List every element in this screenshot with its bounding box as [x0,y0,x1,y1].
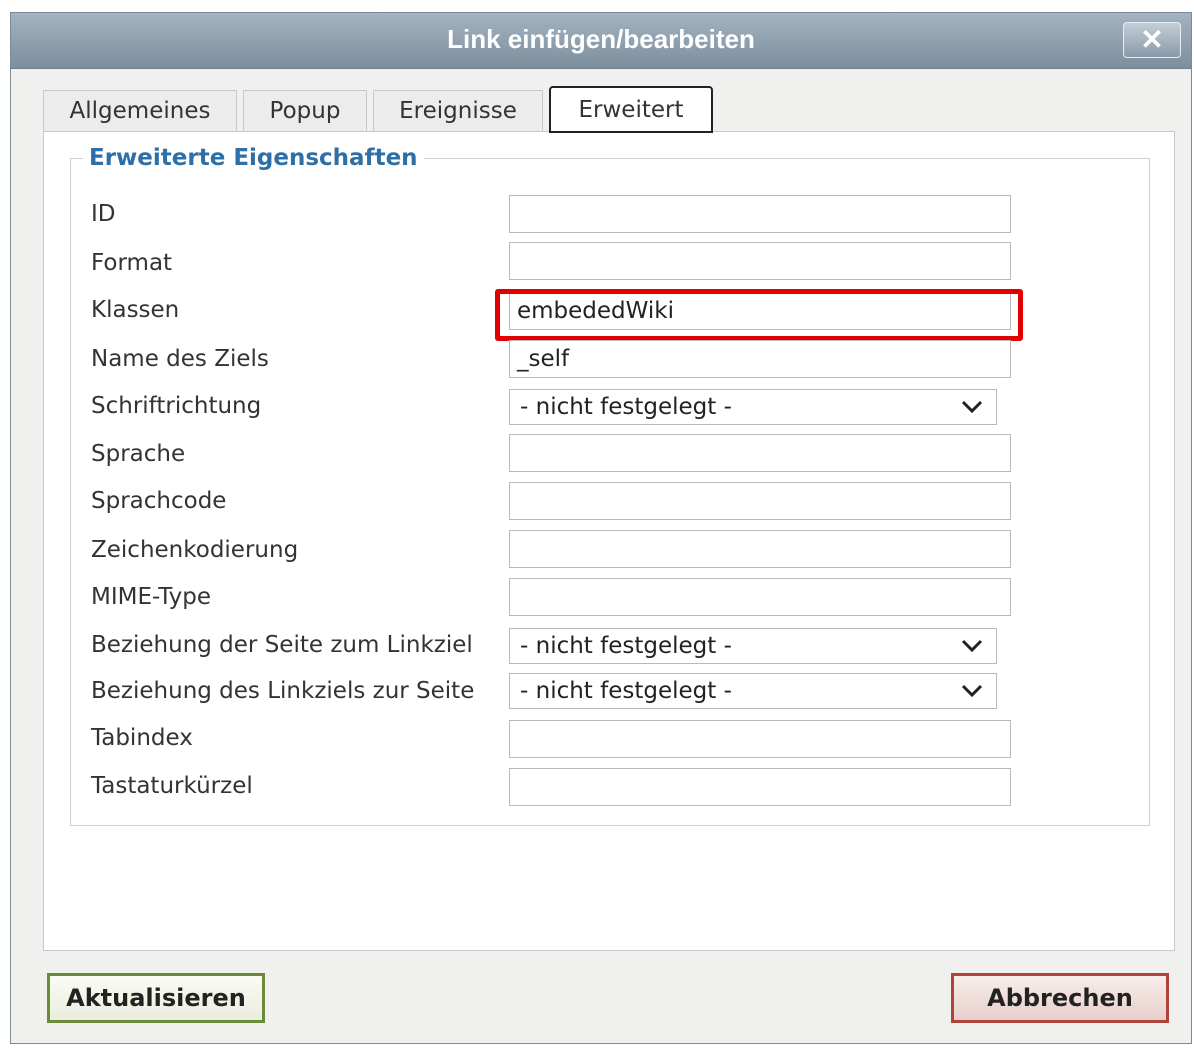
label-tabindex: Tabindex [91,725,193,751]
language-code-input[interactable] [509,482,1011,520]
select-value: - nicht festgelegt - [520,633,732,659]
rel-select[interactable]: - nicht festgelegt - [509,628,997,664]
close-icon: ✕ [1140,24,1164,55]
link-dialog: Link einfügen/bearbeiten ✕ Allgemeines P… [10,12,1192,1044]
label-tastaturkuerzel: Tastaturkürzel [91,773,253,799]
tab-label: Popup [269,98,341,124]
label-format: Format [91,250,173,276]
dialog-titlebar[interactable]: Link einfügen/bearbeiten ✕ [11,13,1191,69]
id-input[interactable] [509,195,1011,233]
fieldset-legend: Erweiterte Eigenschaften [83,145,424,171]
cancel-button[interactable]: Abbrechen [951,973,1169,1023]
mime-type-input[interactable] [509,578,1011,616]
label-zeichenkodierung: Zeichenkodierung [91,537,299,563]
dialog-title: Link einfügen/bearbeiten [447,24,755,54]
accesskey-input[interactable] [509,768,1011,806]
tab-label: Erweitert [578,97,684,123]
tabindex-input[interactable] [509,720,1011,758]
tab-popup[interactable]: Popup [243,90,367,132]
advanced-properties-fieldset: Erweiterte Eigenschaften ID Format Klass… [70,145,1150,826]
target-name-input[interactable]: _self [509,340,1011,378]
label-name-des-ziels: Name des Ziels [91,346,269,372]
label-sprachcode: Sprachcode [91,488,227,514]
text-direction-select[interactable]: - nicht festgelegt - [509,389,997,425]
label-klassen: Klassen [91,297,180,323]
label-rev: Beziehung des Linkziels zur Seite [91,678,475,704]
label-rel: Beziehung der Seite zum Linkziel [91,632,473,658]
tab-panel-erweitert: Erweiterte Eigenschaften ID Format Klass… [43,131,1175,951]
charset-input[interactable] [509,530,1011,568]
rev-select[interactable]: - nicht festgelegt - [509,673,997,709]
chevron-down-icon [960,676,984,716]
update-button[interactable]: Aktualisieren [47,973,265,1023]
tab-label: Ereignisse [399,98,517,124]
tab-label: Allgemeines [69,98,211,124]
select-value: - nicht festgelegt - [520,678,732,704]
tab-erweitert[interactable]: Erweitert [549,86,713,133]
chevron-down-icon [960,631,984,671]
format-input[interactable] [509,242,1011,280]
label-id: ID [91,201,116,227]
chevron-down-icon [960,392,984,432]
tab-allgemeines[interactable]: Allgemeines [43,90,237,132]
label-mime-type: MIME-Type [91,584,212,610]
close-button[interactable]: ✕ [1123,22,1181,58]
language-input[interactable] [509,434,1011,472]
label-sprache: Sprache [91,441,186,467]
klassen-highlight-box [495,289,1023,341]
label-schriftrichtung: Schriftrichtung [91,393,262,419]
tab-ereignisse[interactable]: Ereignisse [373,90,543,132]
select-value: - nicht festgelegt - [520,394,732,420]
